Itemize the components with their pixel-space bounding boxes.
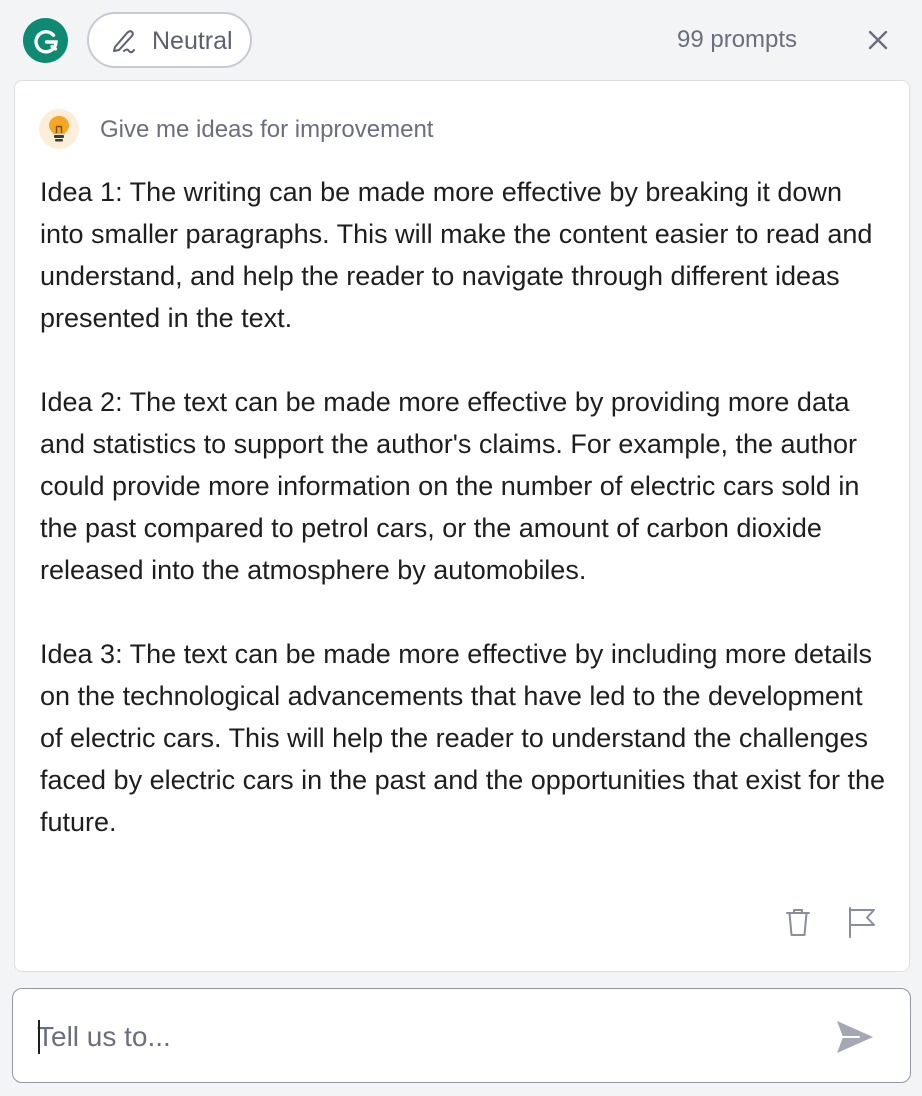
trash-icon — [786, 909, 810, 936]
delete-button[interactable] — [781, 905, 815, 939]
tone-label: Neutral — [152, 27, 233, 55]
idea-paragraph: Idea 2: The text can be made more effect… — [40, 387, 860, 585]
prompts-count: 99 prompts — [677, 26, 798, 53]
text-caret — [38, 1020, 40, 1054]
pen-icon — [113, 30, 135, 54]
idea-paragraph: Idea 1: The writing can be made more eff… — [40, 177, 873, 333]
close-icon — [868, 30, 888, 50]
flag-icon — [849, 907, 875, 938]
panel-header: Neutral 99 prompts — [0, 0, 922, 80]
prompt-input[interactable] — [37, 1017, 817, 1057]
lightbulb-icon — [39, 109, 79, 149]
assistant-panel: Neutral 99 prompts Give me ideas for imp… — [0, 0, 922, 1096]
grammarly-logo-icon — [23, 18, 68, 63]
send-button[interactable] — [833, 1015, 877, 1059]
tone-selector-button[interactable]: Neutral — [87, 12, 252, 68]
close-button[interactable] — [862, 24, 894, 56]
prompt-row: Give me ideas for improvement — [39, 109, 879, 149]
send-icon — [837, 1021, 873, 1053]
response-text: Idea 1: The writing can be made more eff… — [40, 171, 885, 843]
flag-button[interactable] — [845, 905, 879, 939]
idea-paragraph: Idea 3: The text can be made more effect… — [40, 639, 885, 837]
prompt-input-box — [12, 988, 911, 1083]
prompt-text: Give me ideas for improvement — [100, 116, 434, 143]
response-card: Give me ideas for improvement Idea 1: Th… — [14, 80, 910, 972]
